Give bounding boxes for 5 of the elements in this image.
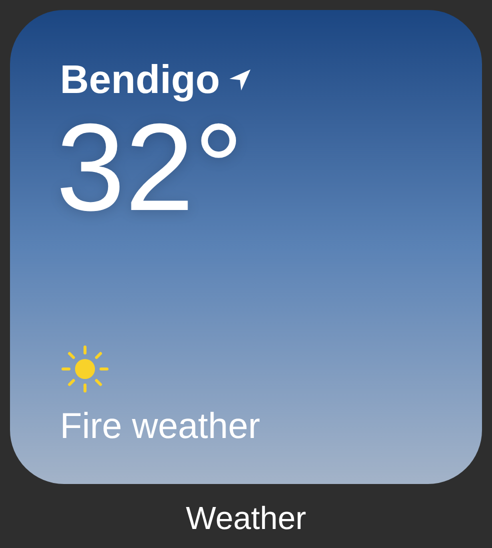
app-label: Weather (186, 502, 306, 534)
temperature: 32° (56, 106, 245, 230)
condition-text: Fire weather (60, 408, 262, 444)
city-name: Bendigo (60, 60, 220, 100)
weather-widget[interactable]: Bendigo 32° Fire weather (10, 10, 482, 484)
